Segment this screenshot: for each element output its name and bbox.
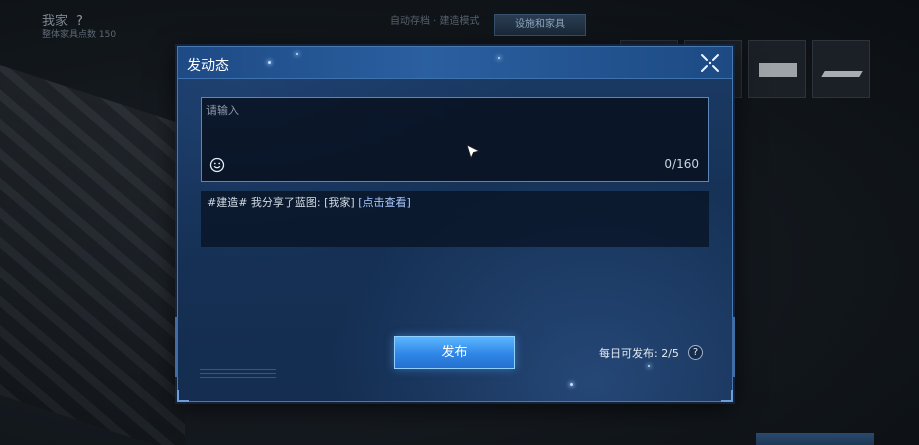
mouse-cursor-icon bbox=[466, 144, 480, 160]
char-counter: 0/160 bbox=[664, 157, 699, 171]
sparkle-decoration bbox=[296, 53, 298, 55]
post-input[interactable] bbox=[202, 98, 708, 181]
furniture-slot[interactable] bbox=[812, 40, 870, 98]
brick-wall-scene bbox=[0, 64, 185, 445]
share-prefix: #建造# 我分享了蓝图: [我家] bbox=[207, 196, 355, 209]
daily-post-limit: 每日可发布: 2/5 bbox=[599, 347, 679, 360]
emoji-button[interactable] bbox=[209, 157, 225, 173]
publish-button[interactable]: 发布 bbox=[394, 336, 515, 369]
sparkle-decoration bbox=[570, 383, 573, 386]
decorative-lines bbox=[200, 369, 276, 381]
dialog-header: 发动态 bbox=[178, 47, 732, 79]
shared-blueprint-box: #建造# 我分享了蓝图: [我家] [点击查看] bbox=[201, 191, 709, 247]
close-button[interactable] bbox=[698, 52, 722, 74]
sparkle-decoration bbox=[648, 365, 650, 367]
side-rail-decoration bbox=[175, 317, 178, 377]
home-subtitle: 整体家具点数 150 bbox=[42, 30, 117, 40]
post-text-area[interactable]: 0/160 bbox=[201, 97, 709, 182]
sparkle-decoration bbox=[498, 57, 500, 59]
sparkle-decoration bbox=[268, 61, 271, 64]
furniture-thumbnail bbox=[821, 71, 863, 77]
side-rail-decoration bbox=[732, 317, 735, 377]
bottom-action-button[interactable] bbox=[756, 433, 874, 445]
center-status-text: 自动存档 · 建造模式 bbox=[390, 16, 480, 27]
corner-decoration bbox=[177, 390, 189, 402]
smiley-icon bbox=[209, 157, 225, 173]
tab-facilities-furniture[interactable]: 设施和家具 bbox=[494, 14, 586, 36]
help-icon[interactable]: ? bbox=[688, 345, 703, 360]
dialog-title: 发动态 bbox=[187, 58, 229, 74]
furniture-slot[interactable] bbox=[748, 40, 806, 98]
view-blueprint-link[interactable]: [点击查看] bbox=[358, 196, 411, 209]
corner-decoration bbox=[721, 390, 733, 402]
share-message: #建造# 我分享了蓝图: [我家] [点击查看] bbox=[207, 194, 411, 210]
furniture-thumbnail bbox=[759, 63, 797, 77]
close-icon bbox=[701, 54, 719, 72]
post-dialog: 发动态 0/160 #建造# 我分享 bbox=[175, 46, 735, 402]
